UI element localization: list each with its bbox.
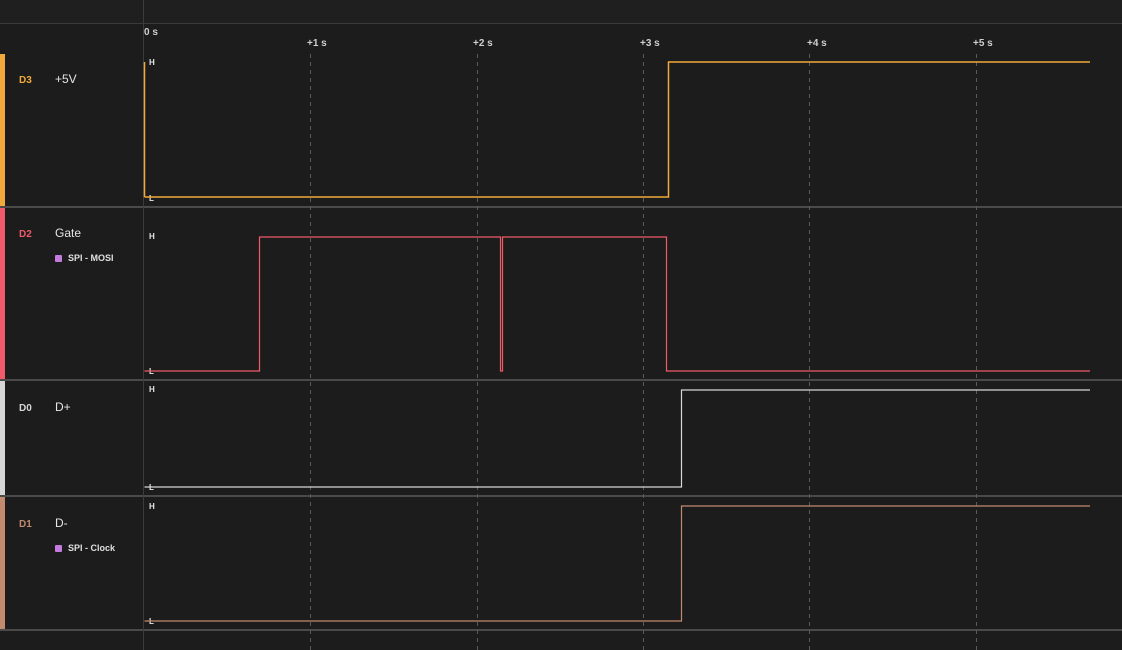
waveform-d2[interactable] (144, 236, 1091, 372)
logic-analyzer-window: 0 s +1 s +2 s +3 s +4 s +5 s D3 +5V H L … (0, 0, 1122, 650)
waveform-d0[interactable] (144, 389, 1091, 488)
waveform-d1[interactable] (144, 505, 1091, 622)
waveform-d3[interactable] (144, 61, 1091, 198)
waveform-canvas[interactable] (0, 0, 1122, 650)
